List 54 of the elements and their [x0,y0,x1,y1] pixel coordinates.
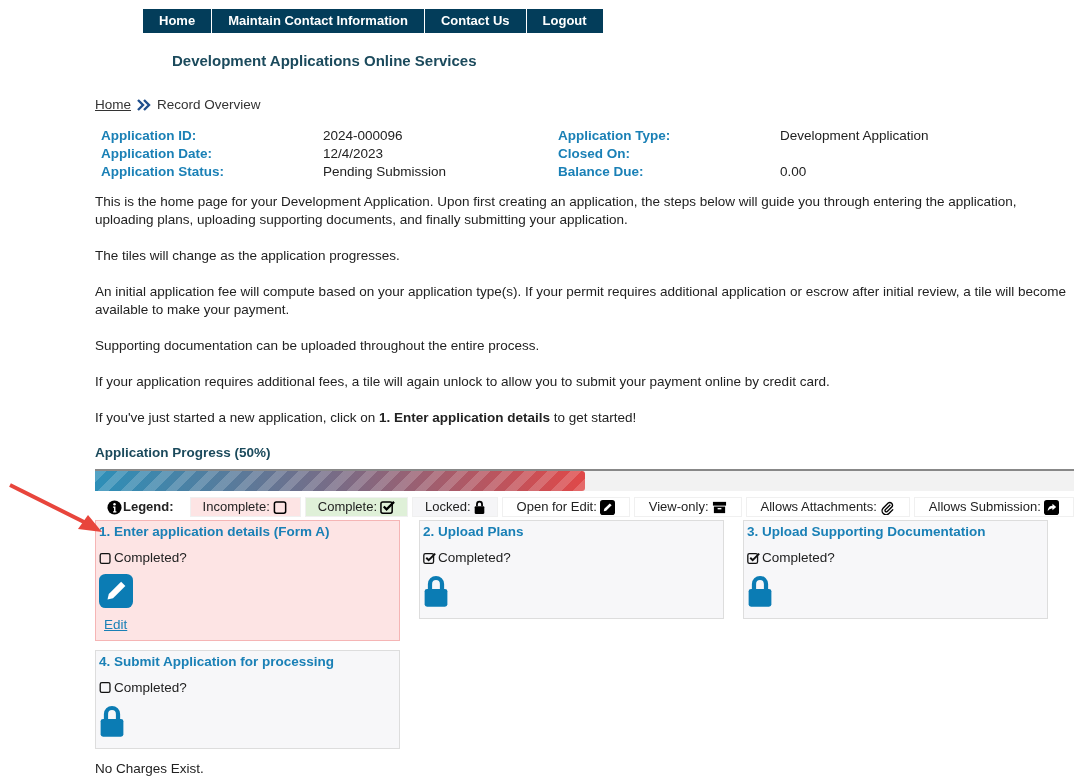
edit-link[interactable]: Edit [104,615,128,636]
field-label: Application Status: [101,162,225,181]
nav-link[interactable]: Maintain Contact Information [212,9,424,33]
lock-icon [423,574,449,608]
field-value: 12/4/2023 [323,144,385,163]
nav-link[interactable]: Contact Us [424,9,526,33]
field-value: Pending Submission [323,162,448,181]
field-value: Development Application [780,126,930,145]
nav-link[interactable]: Logout [526,9,603,33]
legend-item: Allows Submission: [913,497,1074,517]
completed-label: Completed? [114,549,187,567]
field-value: 2024-000096 [323,126,404,145]
legend-item: Allows Attachments: [745,497,910,517]
checked-box-icon [380,499,395,515]
progress-label: Application Progress (50%) [95,443,271,462]
paragraph: The tiles will change as the application progresses. [95,246,401,265]
info-icon [107,499,122,515]
paperclip-icon [879,499,895,515]
breadcrumb-current: Record Overview [157,95,261,114]
field-label: Application ID: [101,126,198,145]
field-label: Application Date: [101,144,213,163]
breadcrumb-link[interactable]: Home [95,94,131,115]
completed-label: Completed? [114,678,187,697]
field-label: Application Type: [558,126,672,145]
legend-item: Incomplete: [189,497,301,517]
paragraph: Supporting documentation can be uploaded throughout the entire process. [95,336,541,355]
legend-item: Complete: [304,497,408,517]
legend-title: Legend: [123,498,174,517]
completed-label: Completed? [438,549,511,567]
status-note: No Charges Exist. [95,759,204,778]
site-title: Development Applications Online Services [172,51,477,71]
tile-title: 1. Enter application details (Form A) [99,523,330,541]
tile-title: 3. Upload Supporting Documentation [747,523,986,541]
lock-icon [747,574,773,608]
tile-title: 2. Upload Plans [423,523,524,541]
completed-label: Completed? [762,549,835,567]
field-label: Closed On: [558,144,631,163]
pencil-icon [599,499,615,515]
legend-item: View-only: [633,497,742,517]
legend-item: Locked: [412,497,498,517]
nav-link[interactable]: Home [143,9,212,33]
tile-title: 4. Submit Application for processing [99,652,335,671]
lock-icon [99,703,125,737]
lock-icon [473,500,485,514]
paragraph: If your application requires additional fees, a tile will again unlock to allow you to submit your payment online by credit card. [95,372,831,391]
paragraph: This is the home page for your Development Application. Upon first creating an application, the steps below will guide you through entering the application, uploading plans, uploading supporting documents, and finally submitting your application. [95,192,1018,229]
paragraph: If you've just started a new application, click on 1. Enter application details to get started! [95,408,638,427]
field-value: 0.00 [780,162,808,181]
pencil-icon [99,574,133,609]
paragraph: An initial application fee will compute based on your application type(s). If your permit requires additional application or escrow after initial review, a tile will become available to make your payment. [95,282,1067,319]
field-label: Balance Due: [558,162,645,181]
legend-item: Open for Edit: [501,497,630,517]
double-chevron-icon [137,98,151,111]
archive-box-icon [711,499,727,515]
